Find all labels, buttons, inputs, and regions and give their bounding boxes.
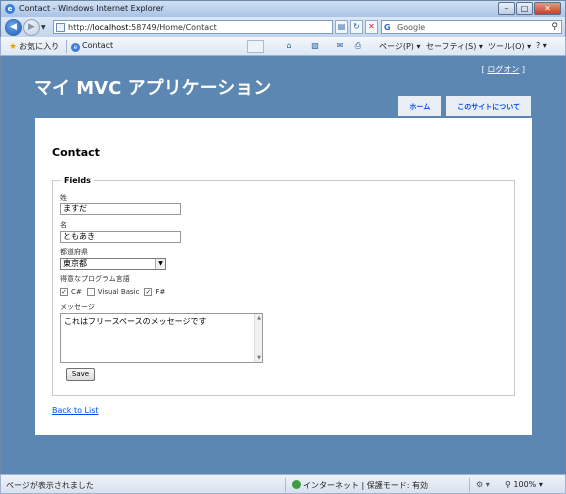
minimize-button[interactable]: – <box>498 2 515 15</box>
fieldset-legend: Fields <box>61 176 94 185</box>
tab-ie-icon: e <box>71 43 80 52</box>
first-name-label: 名 <box>60 221 67 229</box>
favorites-button[interactable]: ★ お気に入り <box>9 41 59 52</box>
window-titlebar: e Contact - Windows Internet Explorer – … <box>0 0 566 17</box>
scroll-up-icon[interactable]: ▲ <box>255 314 263 322</box>
safety-menu[interactable]: セーフティ(S) ▾ <box>426 41 483 52</box>
checkbox-visual-basic[interactable] <box>86 288 95 296</box>
checkbox-visual-basic-label: Visual Basic <box>97 288 140 296</box>
divider <box>469 478 470 492</box>
page-menu[interactable]: ページ(P) ▾ <box>379 41 420 52</box>
textarea-scrollbar[interactable]: ▲ ▼ <box>254 314 262 362</box>
status-text: ページが表示されました <box>6 481 94 490</box>
print-icon[interactable]: ⎙ <box>353 41 363 51</box>
navigation-bar: ◀ ▶ ▼ http://localhost:58749/Home/Contac… <box>0 17 566 37</box>
menu-about[interactable]: このサイトについて <box>446 96 531 116</box>
star-icon: ★ <box>9 42 18 52</box>
main-panel: Contact Fields 姓 ますだ 名 ともあき 都道府県 東京都 ▼ 得… <box>35 118 532 435</box>
last-name-input[interactable]: ますだ <box>60 203 181 215</box>
refresh-icon[interactable]: ↻ <box>350 20 363 34</box>
back-button[interactable]: ◀ <box>5 19 22 36</box>
compatibility-view-icon[interactable]: ▤ <box>335 20 348 34</box>
prefecture-selected: 東京都 <box>63 259 87 268</box>
address-url[interactable]: http://localhost:58749/Home/Contact <box>68 23 217 32</box>
divider <box>66 40 67 53</box>
window-title: Contact - Windows Internet Explorer <box>19 4 164 13</box>
site-title: マイ MVC アプリケーション <box>34 78 272 99</box>
menu-home[interactable]: ホーム <box>398 96 442 116</box>
history-dropdown-icon[interactable]: ▼ <box>41 24 46 31</box>
back-to-list-link[interactable]: Back to List <box>52 406 99 415</box>
page-content: [ ログオン ] マイ MVC アプリケーション ホーム このサイトについて C… <box>0 56 566 474</box>
ie-app-icon: e <box>5 4 15 14</box>
first-name-input[interactable]: ともあき <box>60 231 181 243</box>
message-label: メッセージ <box>60 303 95 311</box>
window-controls: – □ ✕ <box>497 2 561 15</box>
status-bar: ページが表示されました インターネット | 保護モード: 有効 ⚙ ▾ ⚲ 10… <box>0 474 566 494</box>
chevron-down-icon[interactable]: ▼ <box>155 259 165 269</box>
stop-icon[interactable]: ✕ <box>365 20 378 34</box>
home-icon[interactable]: ⌂ <box>284 41 294 51</box>
search-box[interactable]: G Google ⚲ <box>381 20 562 34</box>
forward-button[interactable]: ▶ <box>23 19 40 36</box>
message-text: これはフリースペースのメッセージです <box>64 317 207 326</box>
checkbox-fsharp-label: F# <box>155 288 166 296</box>
page-icon <box>56 23 65 32</box>
search-icon[interactable]: ⚲ <box>551 22 558 32</box>
favorites-bar: ★ お気に入り e Contact ⌂ ▧ ✉ ⎙ ページ(P) ▾ セーフティ(S… <box>0 37 566 56</box>
google-icon: G <box>384 23 391 32</box>
logon-link[interactable]: ログオン <box>487 65 519 74</box>
zoom-level[interactable]: ⚲ 100% ▾ <box>505 480 543 489</box>
prefecture-select[interactable]: 東京都 ▼ <box>60 258 166 270</box>
fields-fieldset: Fields 姓 ますだ 名 ともあき 都道府県 東京都 ▼ 得意なプログラム言… <box>52 176 515 396</box>
status-settings-icon[interactable]: ⚙ ▾ <box>476 480 490 489</box>
checkbox-csharp[interactable]: ✓ <box>60 288 68 296</box>
browser-tab[interactable]: e Contact <box>71 41 113 52</box>
prefecture-label: 都道府県 <box>60 248 88 256</box>
tools-menu[interactable]: ツール(O) ▾ <box>488 41 531 52</box>
help-menu[interactable]: ? ▾ <box>536 41 547 50</box>
new-tab-button[interactable] <box>247 40 264 53</box>
checkbox-fsharp[interactable]: ✓ <box>144 288 153 296</box>
address-bar[interactable]: http://localhost:58749/Home/Contact <box>53 20 333 34</box>
site-menu: ホーム このサイトについて <box>393 96 531 116</box>
close-button[interactable]: ✕ <box>534 2 561 15</box>
languages-label: 得意なプログラム言語 <box>60 275 130 283</box>
globe-icon <box>292 480 301 489</box>
scroll-down-icon[interactable]: ▼ <box>255 354 263 362</box>
divider <box>285 478 286 492</box>
maximize-button[interactable]: □ <box>516 2 533 15</box>
feeds-icon[interactable]: ▧ <box>310 41 320 51</box>
mail-icon[interactable]: ✉ <box>335 41 345 51</box>
page-heading: Contact <box>52 146 100 159</box>
save-button[interactable]: Save <box>66 368 95 381</box>
search-input[interactable]: Google <box>397 23 425 32</box>
checkbox-csharp-label: C# <box>71 288 82 296</box>
security-zone[interactable]: インターネット | 保護モード: 有効 <box>292 480 428 491</box>
languages-checkboxes: ✓ C# Visual Basic ✓ F# <box>60 288 170 296</box>
message-textarea[interactable]: これはフリースペースのメッセージです ▲ ▼ <box>60 313 263 363</box>
last-name-label: 姓 <box>60 194 67 202</box>
login-display: [ ログオン ] <box>481 65 525 74</box>
